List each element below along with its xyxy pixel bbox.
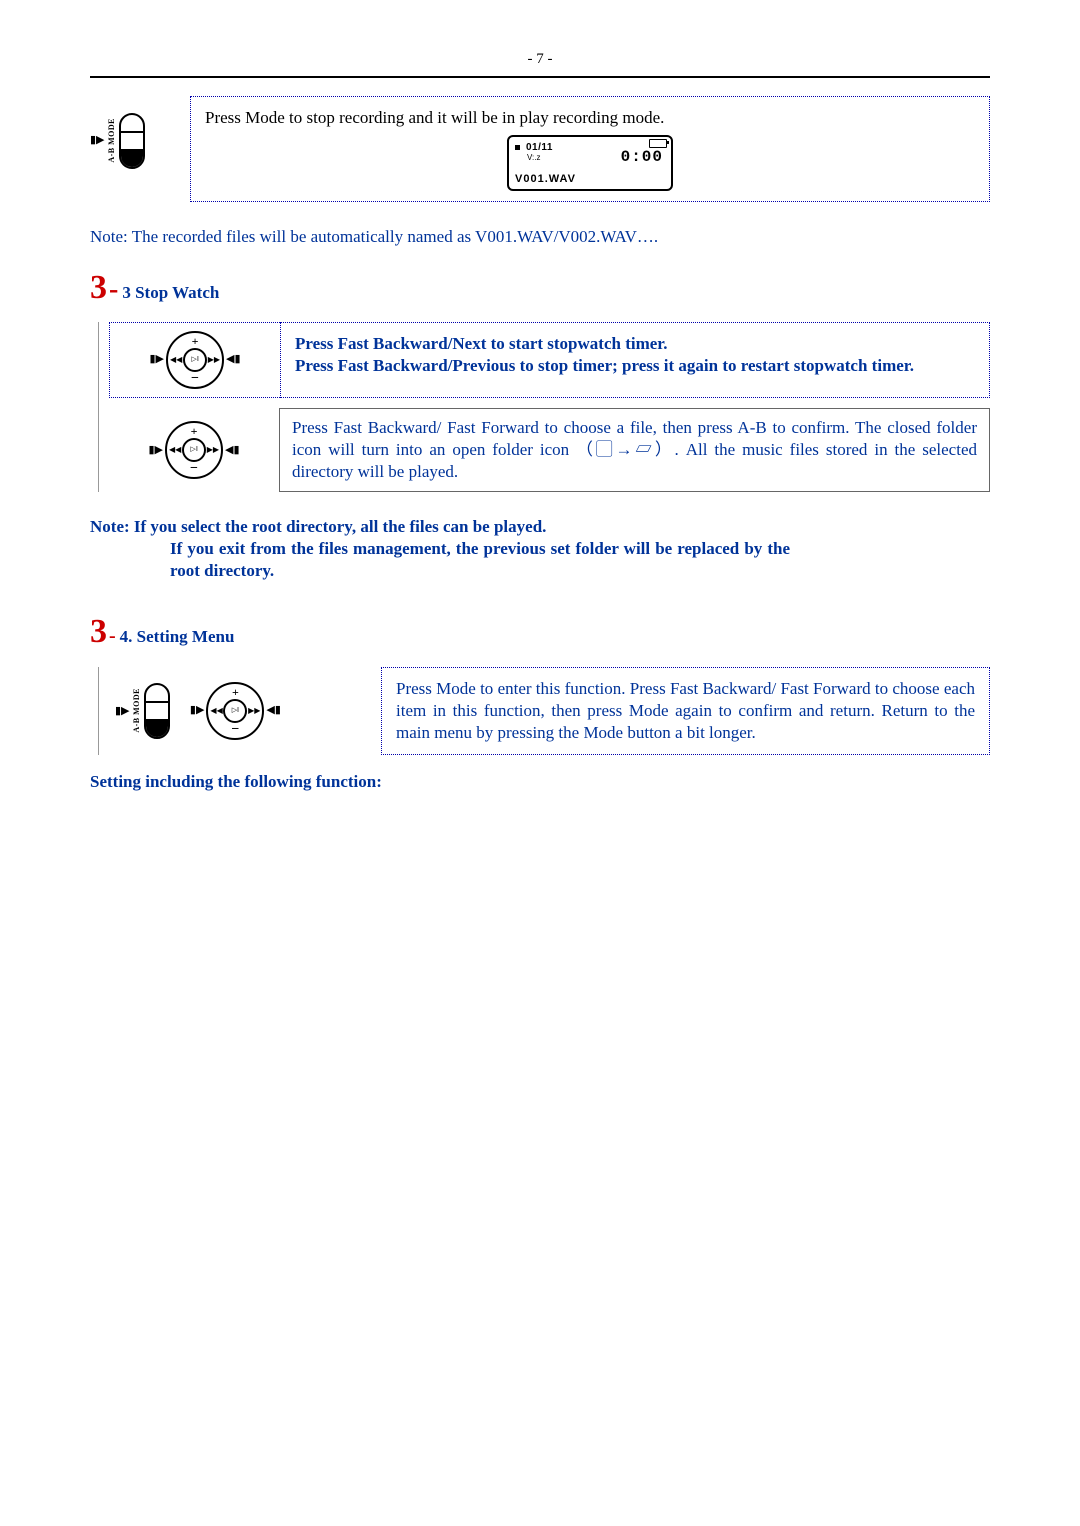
autoname-note: Note: The recorded files will be automat… (90, 226, 990, 248)
dpad-icon-cell: ▮▶ + − ◀◀ ▶▶ ◀▮ (109, 322, 280, 398)
setting-icons-cell: ▮▶ A-B MODE ▮▶ + − ◀◀ ▶▶ ◀▮ (109, 667, 381, 755)
speaker-right-icon: ◀▮ (224, 354, 243, 365)
section-3-3-body: ▮▶ + − ◀◀ ▶▶ ◀▮ Press Fast Backward/Next… (98, 322, 990, 492)
play-pause-icon (182, 438, 206, 462)
folder-instruction-text: Press Fast Backward/ Fast Forward to cho… (292, 418, 977, 481)
stopwatch-instruction-box: Press Fast Backward/Next to start stopwa… (280, 322, 990, 398)
recording-instruction-box: Press Mode to stop recording and it will… (190, 96, 990, 202)
section-3-4-heading: 3 - 4. Setting Menu (90, 610, 990, 654)
dpad-icon-cell-2: ▮▶ + − ◀◀ ▶▶ ◀▮ (109, 408, 279, 492)
section-3-3-heading: 3 - 3 Stop Watch (90, 266, 990, 310)
section-title: 4. Setting Menu (120, 626, 235, 648)
speaker-left-icon: ▮▶ (146, 445, 165, 456)
play-pause-icon (183, 348, 207, 372)
play-pause-icon (223, 699, 247, 723)
dpad-icon: ▮▶ + − ◀◀ ▶▶ ◀▮ (147, 331, 242, 389)
stopwatch-line2: Press Fast Backward/Previous to stop tim… (295, 356, 914, 375)
ab-mode-label: A-B MODE (132, 688, 142, 733)
root-directory-note: Note: If you select the root directory, … (90, 516, 990, 538)
section-dash: - (109, 272, 118, 308)
dpad-icon: ▮▶ + − ◀◀ ▶▶ ◀▮ (146, 421, 241, 479)
section-number: 3 (90, 610, 107, 654)
recording-instruction-text: Press Mode to stop recording and it will… (205, 107, 975, 129)
ab-mode-label: A-B MODE (107, 118, 117, 163)
ab-mode-switch-icon: ▮▶ A-B MODE (115, 683, 170, 739)
root-note-line1: Note: If you select the root directory, … (90, 517, 546, 536)
setting-instruction-text: Press Mode to enter this function. Press… (396, 679, 975, 742)
section-number: 3 (90, 266, 107, 310)
lcd-file: V001.WAV (515, 172, 576, 186)
dpad-icon: ▮▶ + − ◀◀ ▶▶ ◀▮ (188, 682, 283, 740)
speaker-left-icon: ▮▶ (188, 705, 207, 716)
arrow-icon: ▮▶ (90, 133, 105, 147)
root-note-line2: If you exit from the files management, t… (170, 539, 790, 580)
stop-icon (515, 145, 520, 150)
root-note-continuation: If you exit from the files management, t… (170, 538, 790, 582)
ab-mode-switch-icon: ▮▶ A-B MODE (90, 102, 168, 180)
lcd-screen-icon: 01/11 V:.z 0:00 V001.WAV (507, 135, 673, 191)
section-title: 3 Stop Watch (122, 282, 219, 304)
stopwatch-line1: Press Fast Backward/Next to start stopwa… (295, 334, 668, 353)
section-dash: - (109, 623, 116, 649)
folder-instruction-box: Press Fast Backward/ Fast Forward to cho… (279, 408, 990, 492)
speaker-right-icon: ◀▮ (223, 445, 242, 456)
page-number: - 7 - (90, 50, 990, 70)
section-3-4-body: ▮▶ A-B MODE ▮▶ + − ◀◀ ▶▶ ◀▮ Press Mode t… (98, 667, 990, 755)
speaker-left-icon: ▮▶ (147, 354, 166, 365)
lcd-time: 0:00 (621, 147, 663, 168)
header-rule (90, 76, 990, 78)
arrow-icon: ▮▶ (115, 704, 130, 718)
setting-following-heading: Setting including the following function… (90, 771, 990, 793)
switch-slots-icon (119, 113, 145, 169)
recording-section: ▮▶ A-B MODE Press Mode to stop recording… (90, 96, 990, 202)
switch-slots-icon (144, 683, 170, 739)
setting-instruction-box: Press Mode to enter this function. Press… (381, 667, 990, 755)
lcd-track: 01/11 (526, 141, 553, 154)
speaker-right-icon: ◀▮ (264, 705, 283, 716)
